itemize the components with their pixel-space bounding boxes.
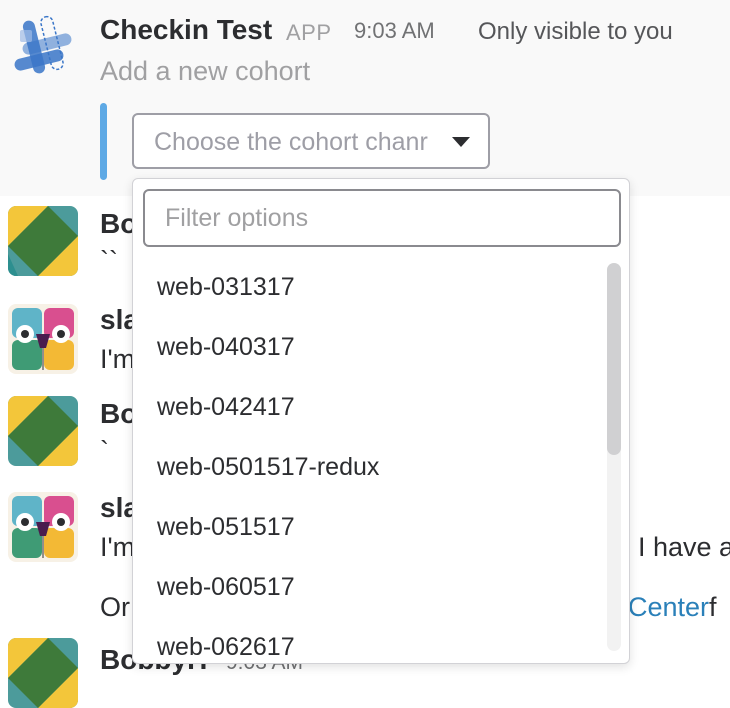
message-text-continued: I have a (638, 532, 730, 562)
message-text-tail: f (709, 592, 717, 622)
message-text-continued: Centerf (628, 592, 717, 623)
app-message: Checkin Test APP 9:03 AM Only visible to… (0, 0, 730, 196)
message-text: I'm (100, 532, 136, 562)
filter-options-input[interactable] (143, 189, 621, 247)
slack-logo-avatar[interactable] (8, 206, 78, 276)
scrollbar-thumb[interactable] (607, 263, 621, 455)
options-list: web-031317 web-040317 web-042417 web-050… (133, 259, 603, 663)
option-item[interactable]: web-0501517-redux (133, 439, 603, 499)
app-avatar-hashtag-icon[interactable] (8, 12, 78, 82)
slackbot-avatar[interactable] (8, 304, 78, 374)
slack-logo-avatar[interactable] (8, 396, 78, 466)
option-item[interactable]: web-060517 (133, 559, 603, 619)
message-text: I'm (100, 344, 136, 374)
cohort-dropdown-menu: web-031317 web-040317 web-042417 web-050… (132, 178, 630, 664)
attachment-accent-bar (100, 103, 107, 180)
select-placeholder: Choose the cohort chanr (154, 128, 428, 156)
visibility-note: Only visible to you (478, 18, 673, 45)
option-item[interactable]: web-031317 (133, 259, 603, 319)
option-item[interactable]: web-042417 (133, 379, 603, 439)
slackbot-avatar[interactable] (8, 492, 78, 562)
option-item[interactable]: web-040317 (133, 319, 603, 379)
app-badge: APP (286, 20, 332, 45)
message-text: `` (100, 246, 118, 276)
message-text: Add a new cohort (100, 56, 311, 86)
caret-down-icon (452, 137, 470, 147)
message-timestamp[interactable]: 9:03 AM (354, 18, 435, 44)
option-item[interactable]: web-051517 (133, 499, 603, 559)
sender-name[interactable]: Checkin Test (100, 14, 272, 46)
cohort-channel-select[interactable]: Choose the cohort chanr (132, 113, 490, 169)
help-center-link[interactable]: Center (628, 592, 709, 622)
message-text: Or (100, 592, 130, 622)
message-text: ` (100, 436, 109, 466)
slack-logo-avatar[interactable] (8, 638, 78, 708)
dropdown-scrollbar[interactable] (607, 263, 621, 651)
option-item[interactable]: web-062617 (133, 619, 603, 663)
